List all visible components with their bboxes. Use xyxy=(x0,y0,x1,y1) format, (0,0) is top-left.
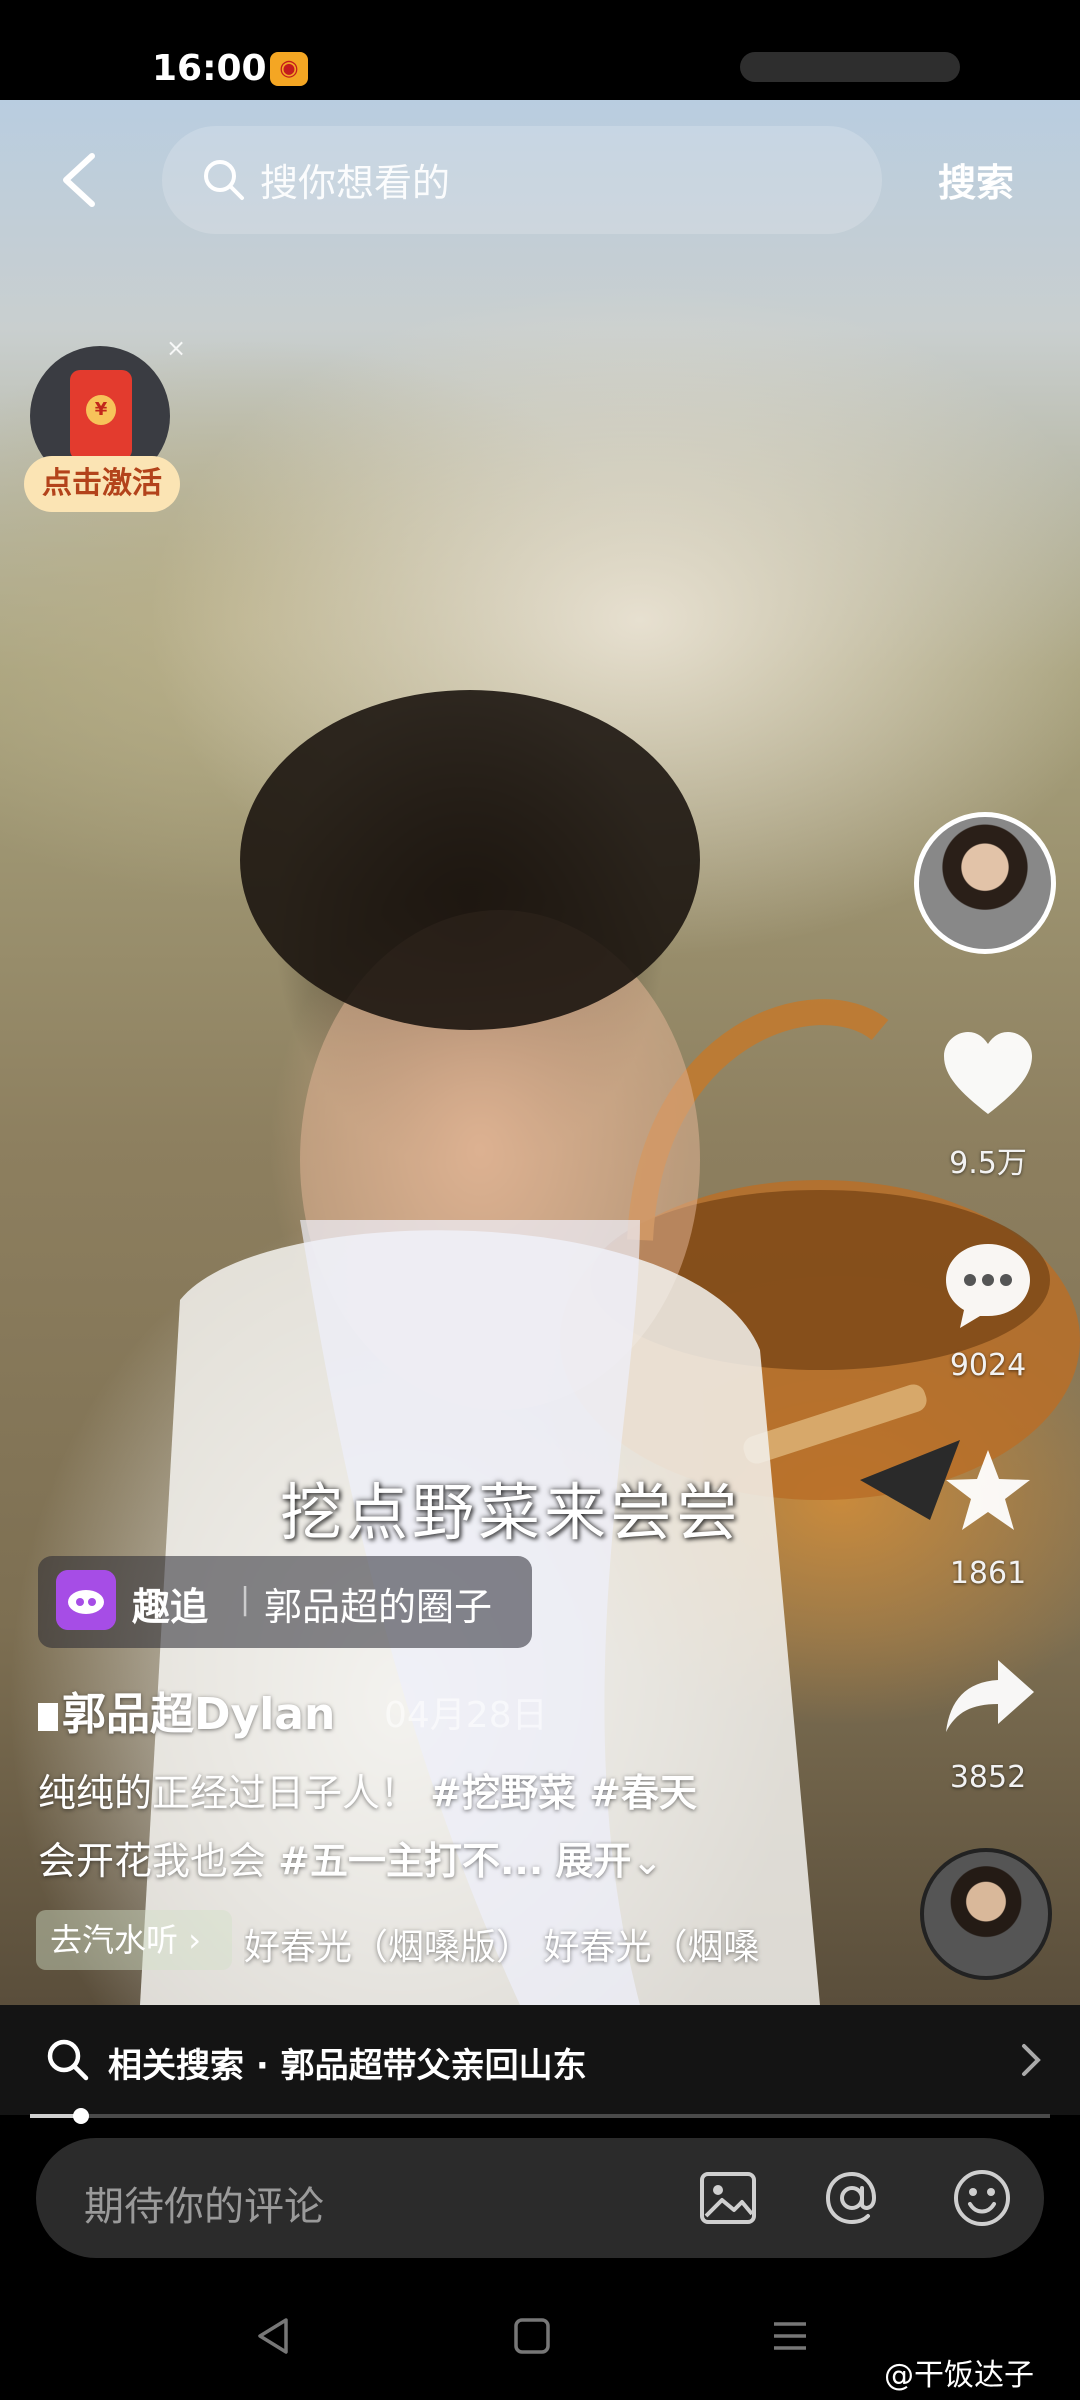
share-count: 3852 xyxy=(949,1760,1027,1795)
status-time: 16:00 xyxy=(152,48,267,89)
tag-circle-name: 郭品超的圈子 xyxy=(264,1585,493,1629)
weibo-watermark: @干饭达子 xyxy=(884,2358,1034,2393)
video-caption: 挖点野菜来尝尝 xyxy=(280,1476,743,1549)
nav-home-icon[interactable] xyxy=(510,2314,554,2358)
music-title[interactable]: 好春光（烟嗓版） 好春光（烟嗓 xyxy=(244,1918,824,1970)
heart-icon[interactable] xyxy=(940,1030,1036,1118)
emoji-icon[interactable] xyxy=(950,2166,1014,2230)
share-icon[interactable] xyxy=(942,1656,1036,1736)
description-text: 纯纯的正经过日子人！ xyxy=(38,1771,419,1815)
comment-placeholder: 期待你的评论 xyxy=(84,2184,324,2230)
listen-label: 去汽水听 xyxy=(50,1921,179,1959)
description-line-1: 纯纯的正经过日子人！ #挖野菜 #春天 xyxy=(38,1762,697,1817)
description-text: 会开花我也会 xyxy=(38,1839,267,1883)
chevron-down-icon: ⌄ xyxy=(631,1839,664,1883)
star-icon[interactable] xyxy=(942,1446,1034,1536)
chevron-right-icon: › xyxy=(178,1921,201,1959)
search-placeholder: 搜你想看的 xyxy=(260,161,451,205)
chevron-right-icon[interactable] xyxy=(1016,2040,1046,2080)
search-button[interactable]: 搜索 xyxy=(938,152,1014,207)
author-name[interactable]: 郭品超Dylan xyxy=(38,1678,335,1742)
status-icons xyxy=(740,52,960,82)
music-disc-avatar[interactable] xyxy=(920,1848,1052,1980)
close-icon[interactable]: × xyxy=(166,334,186,362)
nav-menu-icon[interactable] xyxy=(768,2314,812,2358)
tag-separator: | xyxy=(240,1582,251,1617)
favorite-count: 1861 xyxy=(949,1556,1027,1591)
description-line-2: 会开花我也会 #五一主打不... 展开⌄ xyxy=(38,1830,663,1885)
related-search-text[interactable]: 相关搜索 · 郭品超带父亲回山东 xyxy=(108,2038,587,2087)
listen-on-qishui-button[interactable]: 去汽水听 › xyxy=(36,1910,232,1970)
progress-knob[interactable] xyxy=(73,2108,89,2124)
status-bar: 16:00 ◉ xyxy=(0,0,1080,100)
author-avatar[interactable] xyxy=(914,812,1056,954)
nav-back-icon[interactable] xyxy=(252,2314,296,2358)
back-arrow-icon[interactable] xyxy=(52,150,112,210)
expand-button[interactable]: 展开 xyxy=(555,1839,631,1883)
search-icon xyxy=(204,160,244,200)
comment-count: 9024 xyxy=(949,1348,1027,1383)
hashtags[interactable]: #挖野菜 #春天 xyxy=(430,1771,697,1815)
tag-app-name: 趣追 xyxy=(132,1585,209,1629)
at-mention-icon[interactable] xyxy=(820,2166,884,2230)
weibo-notification-icon: ◉ xyxy=(270,52,308,86)
hashtags[interactable]: #五一主打不... xyxy=(278,1839,543,1883)
quzhui-logo-icon xyxy=(56,1570,116,1630)
search-icon xyxy=(47,2039,89,2081)
video-progress-bar[interactable] xyxy=(30,2108,1050,2124)
post-date: 04月28日 xyxy=(384,1695,548,1736)
coin-icon: ¥ xyxy=(86,395,116,425)
activate-button[interactable]: 点击激活 xyxy=(24,456,180,512)
image-icon[interactable] xyxy=(696,2166,760,2230)
comment-icon[interactable] xyxy=(940,1238,1036,1334)
like-count: 9.5万 xyxy=(949,1146,1027,1181)
